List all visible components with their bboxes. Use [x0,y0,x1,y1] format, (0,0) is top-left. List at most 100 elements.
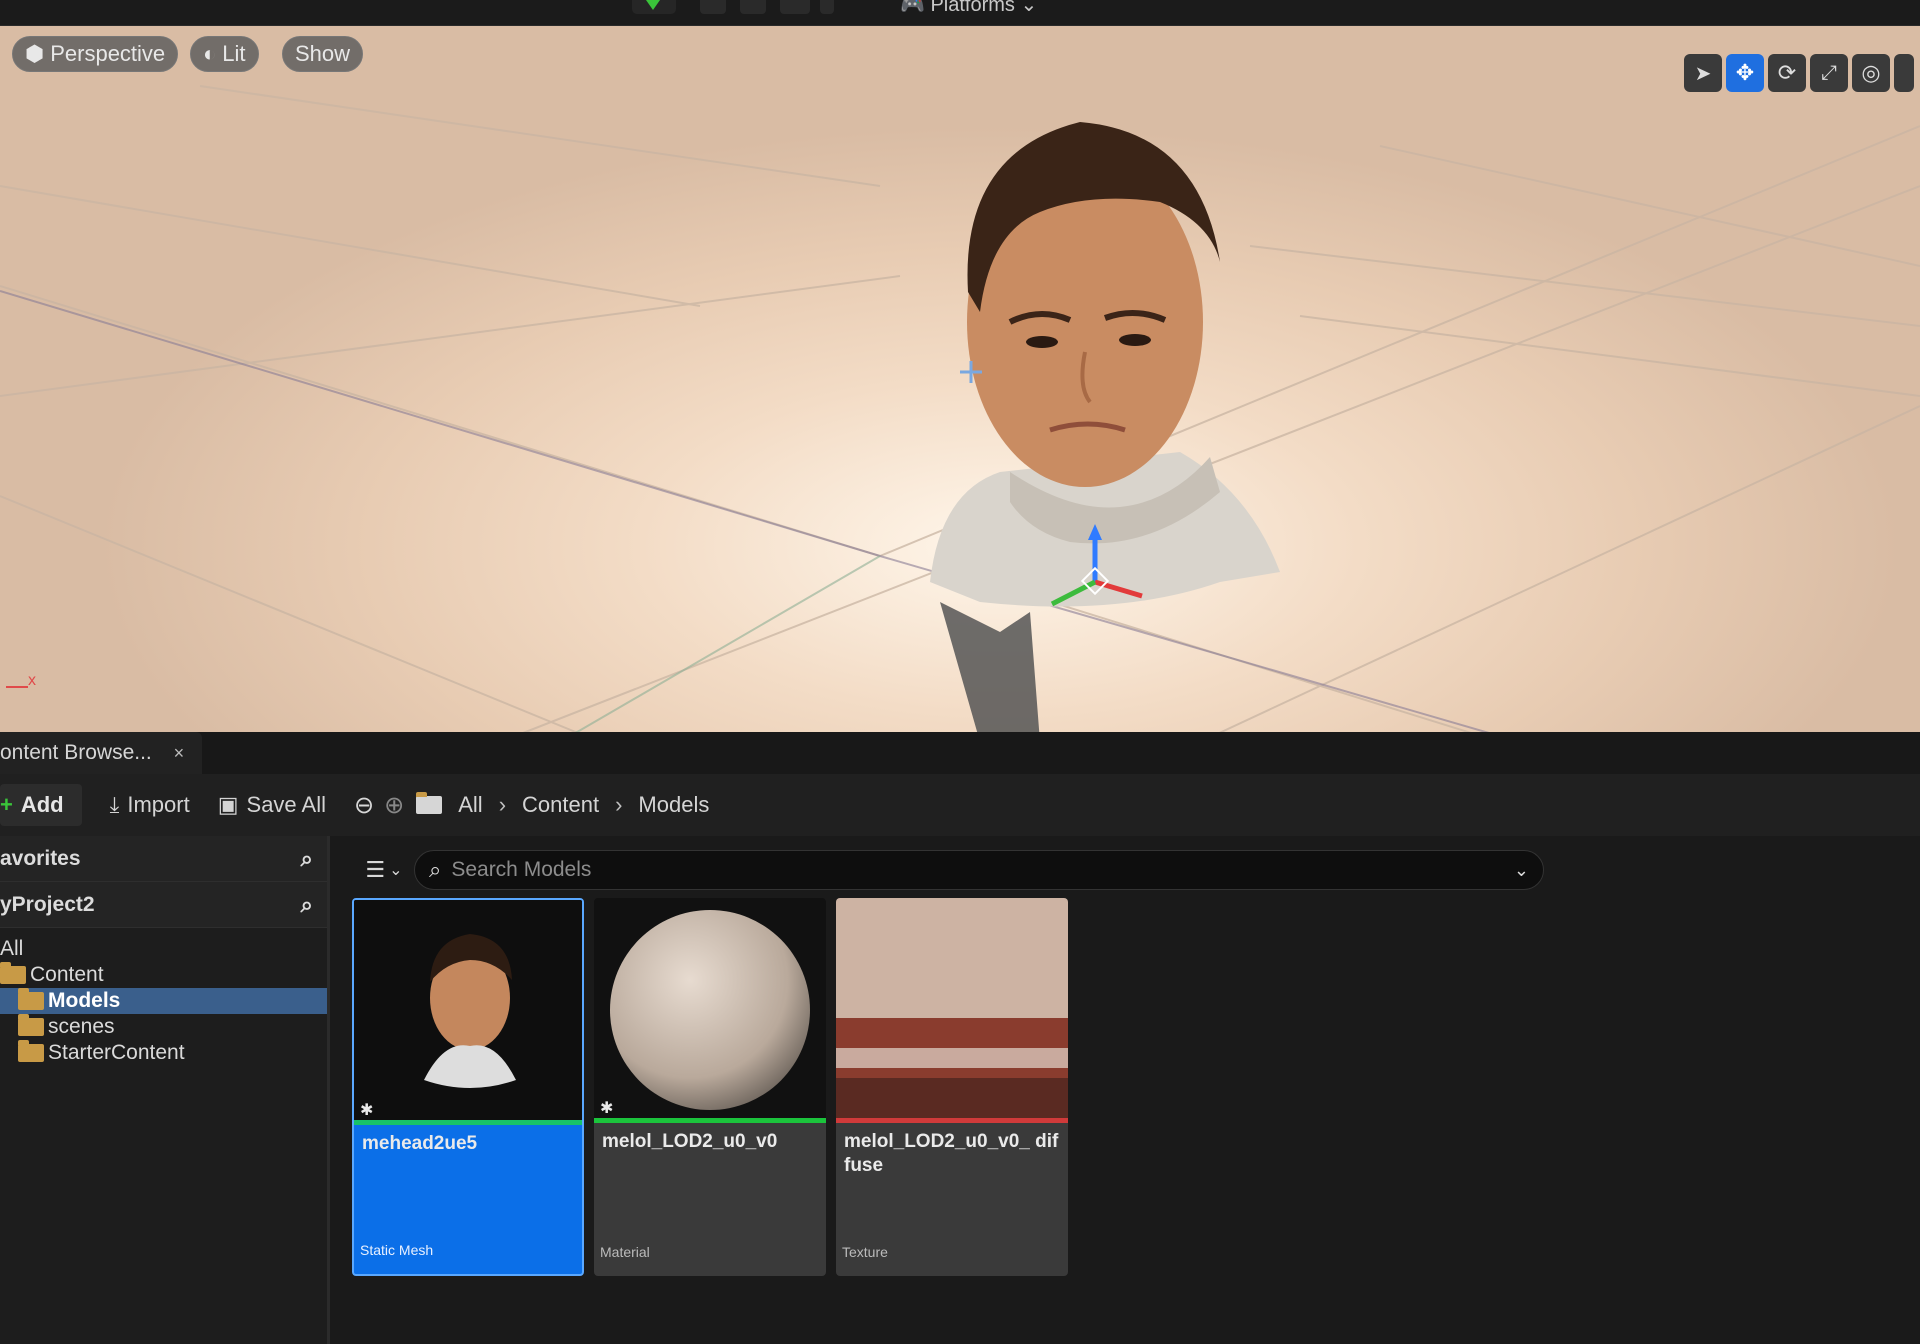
platforms-label: Platforms [930,0,1015,16]
move-icon: ✥ [1735,60,1755,85]
folder-tree: All Content Models scenes StarterContent [0,928,327,1066]
perspective-button[interactable]: ⬢ Perspective [12,36,179,72]
play-icon [646,0,660,10]
rotate-icon: ⟳ [1777,60,1797,85]
import-label: Import [127,792,190,817]
asset-type-color-bar [354,1120,582,1125]
back-icon[interactable]: ⊖ [354,791,374,820]
breadcrumb-models[interactable]: Models [638,792,709,818]
cube-icon: ⬢ [25,41,45,66]
plus-icon: + [0,792,13,817]
tree-item-all[interactable]: All [0,936,327,962]
asset-thumbnail [594,898,826,1122]
platforms-menu[interactable]: 🎮 Platforms ⌄ [900,0,1037,17]
gamepad-icon: 🎮 [900,0,925,16]
show-label: Show [295,41,351,66]
save-all-label: Save All [246,792,327,817]
snap-button[interactable] [1894,54,1914,92]
show-button[interactable]: Show [282,36,364,72]
sources-panel: avorites ⌕ yProject2 ⌕ All Content Models s… [0,836,330,1344]
import-button[interactable]: ⤓ Import [110,792,190,818]
folder-icon [0,962,26,984]
favorites-header[interactable]: avorites ⌕ [0,836,327,882]
options-button[interactable] [820,0,834,14]
asset-tile-2[interactable]: ✱ melol_LOD2_u0_v0 Material [594,898,826,1276]
tree-item-content[interactable]: Content [0,962,327,988]
asset-type-color-bar [594,1118,826,1123]
play-button[interactable] [632,0,676,14]
content-browser-tabbar: ontent Browse... × [0,732,1920,774]
asset-badge-icon: ✱ [600,1100,614,1117]
tree-item-startercontent[interactable]: StarterContent [0,1040,327,1066]
asset-type: Static Mesh [360,1242,434,1258]
asset-thumbnail [836,898,1068,1122]
translate-tool-button[interactable]: ✥ [1726,54,1764,92]
folder-icon [416,792,443,814]
main-toolbar: 🎮 Platforms ⌄ [0,0,1920,26]
content-browser-tab[interactable]: ontent Browse... × [0,732,203,774]
scale-icon: ⤢ [1821,61,1837,84]
stop-button[interactable] [740,0,766,14]
lit-button[interactable]: ◐ Lit [190,36,259,72]
select-tool-button[interactable]: ➤ [1684,54,1722,92]
level-viewport[interactable]: ⬢ Perspective ◐ Lit Show ➤ ✥ ⟳ ⤢ ◎ x [0,26,1920,742]
rotate-tool-button[interactable]: ⟳ [1768,54,1806,92]
scale-tool-button[interactable]: ⤢ [1810,54,1848,92]
tree-item-label: scenes [48,1015,115,1038]
import-icon: ⤓ [109,792,120,817]
save-icon: ▣ [217,792,239,817]
content-browser-toolbar: + Add ⤓ Import ▣ Save All ⊖ ⊕ All › Cont… [0,774,1920,836]
asset-name: mehead2ue5 [362,1133,478,1154]
breadcrumb-content[interactable]: Content [522,792,599,818]
asset-tile-3[interactable]: melol_LOD2_u0_v0_ diffuse Texture [836,898,1068,1276]
search-models-box[interactable]: ⌕ ⌄ [414,850,1544,890]
search-icon: ⌕ [429,857,442,882]
search-icon[interactable]: ⌕ [301,846,313,872]
filter-button[interactable]: ☰ ⌄ [354,850,414,890]
tree-item-label: StarterContent [48,1041,185,1064]
asset-tile-1[interactable]: ✱ mehead2ue5 Static Mesh [352,898,584,1276]
asset-view: ☰ ⌄ ⌕ ⌄ ✱ mehead2ue5 Static Mesh ✱ melol_LOD… [336,836,1920,1344]
project-label: yProject2 [0,892,95,916]
chevron-right-icon[interactable]: › [615,792,622,818]
cursor-icon: ➤ [1694,62,1712,85]
asset-type-color-bar [836,1118,1068,1123]
tree-item-scenes[interactable]: scenes [0,1014,327,1040]
add-button[interactable]: + Add [0,784,82,826]
folder-icon [18,988,44,1010]
folder-icon [18,1040,44,1062]
globe-icon: ◎ [1861,60,1881,85]
add-label: Add [20,792,64,817]
content-browser-body: avorites ⌕ yProject2 ⌕ All Content Models s… [0,836,1920,1344]
asset-badge-icon: ✱ [360,1102,374,1119]
head-mesh-preview[interactable] [920,112,1280,632]
axis-indicator: x [6,666,36,696]
chevron-down-icon[interactable]: ⌄ [1514,860,1529,881]
chevron-right-icon[interactable]: › [499,792,506,818]
asset-name: melol_LOD2_u0_v0_ diffuse [844,1131,1059,1176]
chevron-down-icon: ⌄ [1020,0,1038,16]
tree-item-label: All [0,937,24,960]
advance-frame-button[interactable] [700,0,726,14]
asset-type: Texture [842,1244,888,1260]
asset-name: melol_LOD2_u0_v0 [602,1131,778,1152]
sphere-icon: ◐ [203,41,217,66]
breadcrumb-all[interactable]: All [458,792,482,818]
asset-type: Material [600,1244,650,1260]
save-all-button[interactable]: ▣ Save All [218,792,326,818]
eject-button[interactable] [780,0,810,14]
search-icon[interactable]: ⌕ [301,892,313,918]
tab-label: ontent Browse... [0,741,152,764]
search-input[interactable] [451,858,1504,882]
tree-item-models[interactable]: Models [0,988,327,1014]
perspective-label: Perspective [50,41,166,66]
tree-item-label: Models [48,989,121,1012]
forward-icon[interactable]: ⊕ [384,791,404,820]
project-header[interactable]: yProject2 ⌕ [0,882,327,928]
world-space-button[interactable]: ◎ [1852,54,1890,92]
asset-thumbnail [354,900,582,1124]
favorites-label: avorites [0,846,81,870]
tree-item-label: Content [30,963,104,986]
close-icon[interactable]: × [174,743,185,763]
asset-search-row: ☰ ⌄ ⌕ ⌄ [354,846,1544,894]
